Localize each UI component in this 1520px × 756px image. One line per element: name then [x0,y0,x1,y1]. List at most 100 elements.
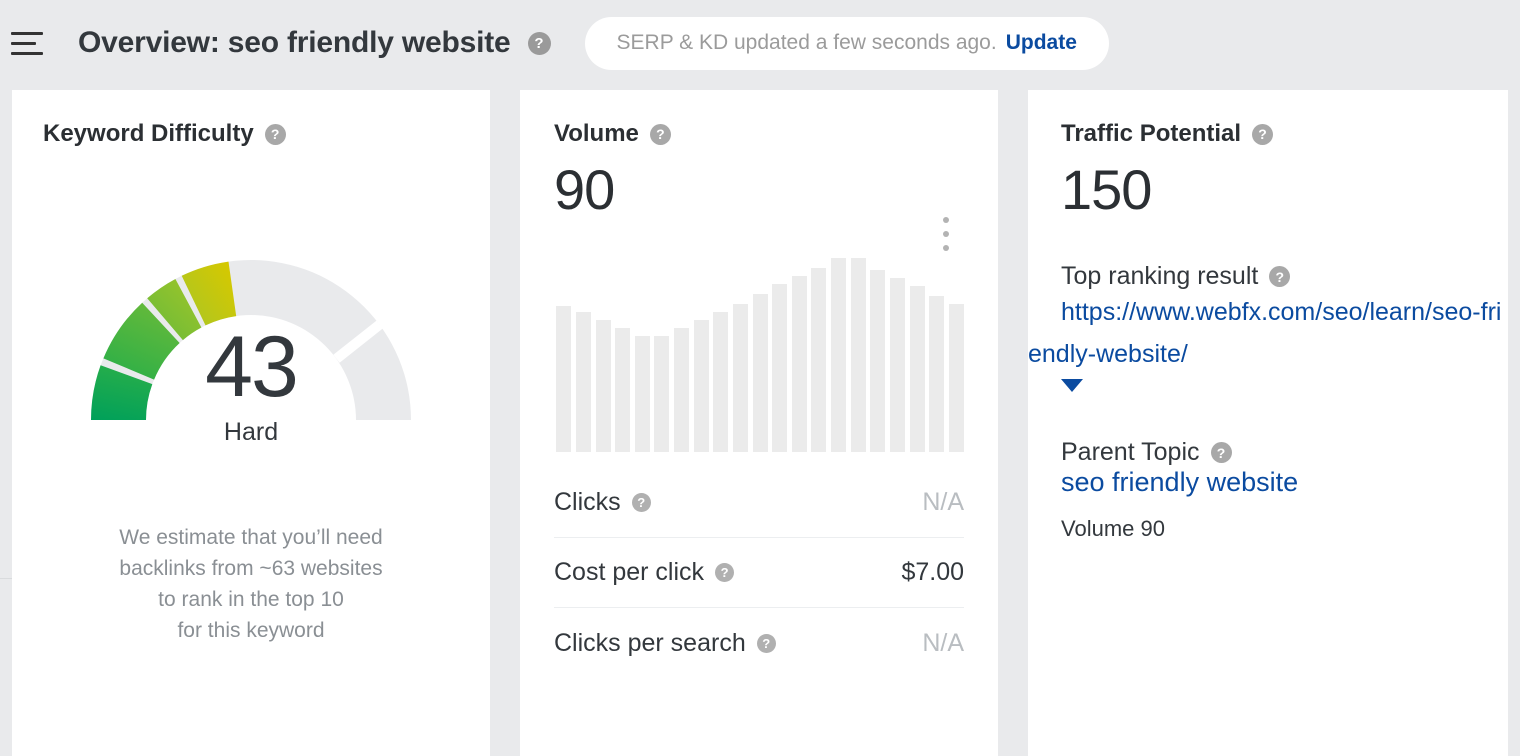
bar-slot [672,252,692,452]
hamburger-bar-3 [11,52,43,55]
update-notice-text: SERP & KD updated a few seconds ago. [617,31,997,55]
help-icon[interactable]: ? [1211,442,1232,463]
keyword-difficulty-gauge: 43 Hard [12,170,490,470]
keyword-difficulty-title-row: Keyword Difficulty ? [43,120,490,148]
chart-bar [890,278,905,452]
bar-slot [711,252,731,452]
chart-bar [635,336,650,452]
bar-slot [868,252,888,452]
kd-note-line: backlinks from ~63 websites [12,553,490,584]
help-icon[interactable]: ? [715,563,734,582]
metric-label-wrap: Cost per click ? [554,558,734,587]
top-ranking-result-label: Top ranking result [1061,262,1258,291]
chart-bar [851,258,866,452]
parent-topic-label-row: Parent Topic ? [1061,438,1508,467]
traffic-potential-value: 150 [1061,160,1508,220]
metric-label: Clicks [554,488,621,517]
parent-topic-label: Parent Topic [1061,438,1200,467]
chart-bar [753,294,768,452]
serp-update-banner: SERP & KD updated a few seconds ago. Upd… [585,17,1109,70]
top-ranking-result-label-row: Top ranking result ? [1061,262,1508,291]
card-title-text: Traffic Potential [1061,120,1241,148]
bar-slot [888,252,908,452]
app-header: Overview: seo friendly website ? SERP & … [0,0,1520,86]
help-icon[interactable]: ? [650,124,671,145]
keyword-difficulty-note: We estimate that you’ll need backlinks f… [12,522,490,646]
bar-slot [947,252,967,452]
kebab-dot [943,245,949,251]
keyword-difficulty-rating: Hard [12,418,490,447]
chart-bar [713,312,728,452]
chart-bar [674,328,689,452]
bar-slot [633,252,653,452]
chart-bar [576,312,591,452]
metric-label-wrap: Clicks per search ? [554,629,776,658]
kebab-dot [943,231,949,237]
help-icon[interactable]: ? [1252,124,1273,145]
metric-row-cost-per-click: Cost per click ? $7.00 [554,538,964,608]
hamburger-icon[interactable] [5,21,49,65]
bar-slot [554,252,574,452]
bar-slot [907,252,927,452]
metric-value: N/A [922,629,964,658]
metric-row-clicks-per-search: Clicks per search ? N/A [554,608,964,678]
card-title-text: Keyword Difficulty [43,120,254,148]
bar-slot [574,252,594,452]
kebab-menu-icon[interactable] [934,217,958,251]
chart-bar [615,328,630,452]
bar-slot [613,252,633,452]
bar-slot [829,252,849,452]
metric-label: Clicks per search [554,629,746,658]
chart-bar [733,304,748,452]
bar-slot [790,252,810,452]
help-icon[interactable]: ? [1269,266,1290,287]
card-title-text: Volume [554,120,639,148]
volume-title-row: Volume ? [554,120,998,148]
bar-slot [691,252,711,452]
hamburger-bar-2 [11,42,36,45]
kebab-dot [943,217,949,223]
volume-value: 90 [554,160,998,220]
help-icon[interactable]: ? [528,32,551,55]
metric-label-wrap: Clicks ? [554,488,651,517]
bar-slot [731,252,751,452]
kd-note-line: We estimate that you’ll need [12,522,490,553]
metric-value: N/A [922,488,964,517]
bar-slot [593,252,613,452]
bar-slot [652,252,672,452]
volume-metrics-list: Clicks ? N/A Cost per click ? $7.00 Clic… [554,468,964,678]
chart-bar [654,336,669,452]
bar-slot [770,252,790,452]
help-icon[interactable]: ? [632,493,651,512]
help-icon[interactable]: ? [265,124,286,145]
parent-topic-volume: Volume 90 [1061,516,1508,542]
metric-row-clicks: Clicks ? N/A [554,468,964,538]
chart-bar [772,284,787,452]
traffic-potential-title-row: Traffic Potential ? [1061,120,1508,148]
kd-note-line: for this keyword [12,615,490,646]
sidebar-divider [0,578,12,579]
keyword-difficulty-card: Keyword Difficulty ? [12,90,490,756]
page-title: Overview: seo friendly website [78,26,511,60]
chart-bar [556,306,571,452]
chart-bar [694,320,709,452]
parent-topic-keyword-link[interactable]: seo friendly website [1061,467,1298,497]
top-ranking-result-link[interactable]: https://www.webfx.com/seo/learn/seo-frie… [1028,298,1501,368]
chart-bar [596,320,611,452]
chevron-down-icon[interactable] [1061,379,1083,392]
chart-bar [811,268,826,452]
metric-label: Cost per click [554,558,704,587]
bar-slot [750,252,770,452]
bar-slot [927,252,947,452]
metric-value: $7.00 [901,558,964,587]
update-button[interactable]: Update [1006,31,1077,55]
chart-bar [870,270,885,452]
chart-bar [949,304,964,452]
chart-bar [929,296,944,452]
hamburger-bar-1 [11,32,43,35]
chart-bar [792,276,807,452]
bar-slot [809,252,829,452]
help-icon[interactable]: ? [757,634,776,653]
traffic-potential-card: Traffic Potential ? 150 Top ranking resu… [1028,90,1508,756]
kd-note-line: to rank in the top 10 [12,584,490,615]
